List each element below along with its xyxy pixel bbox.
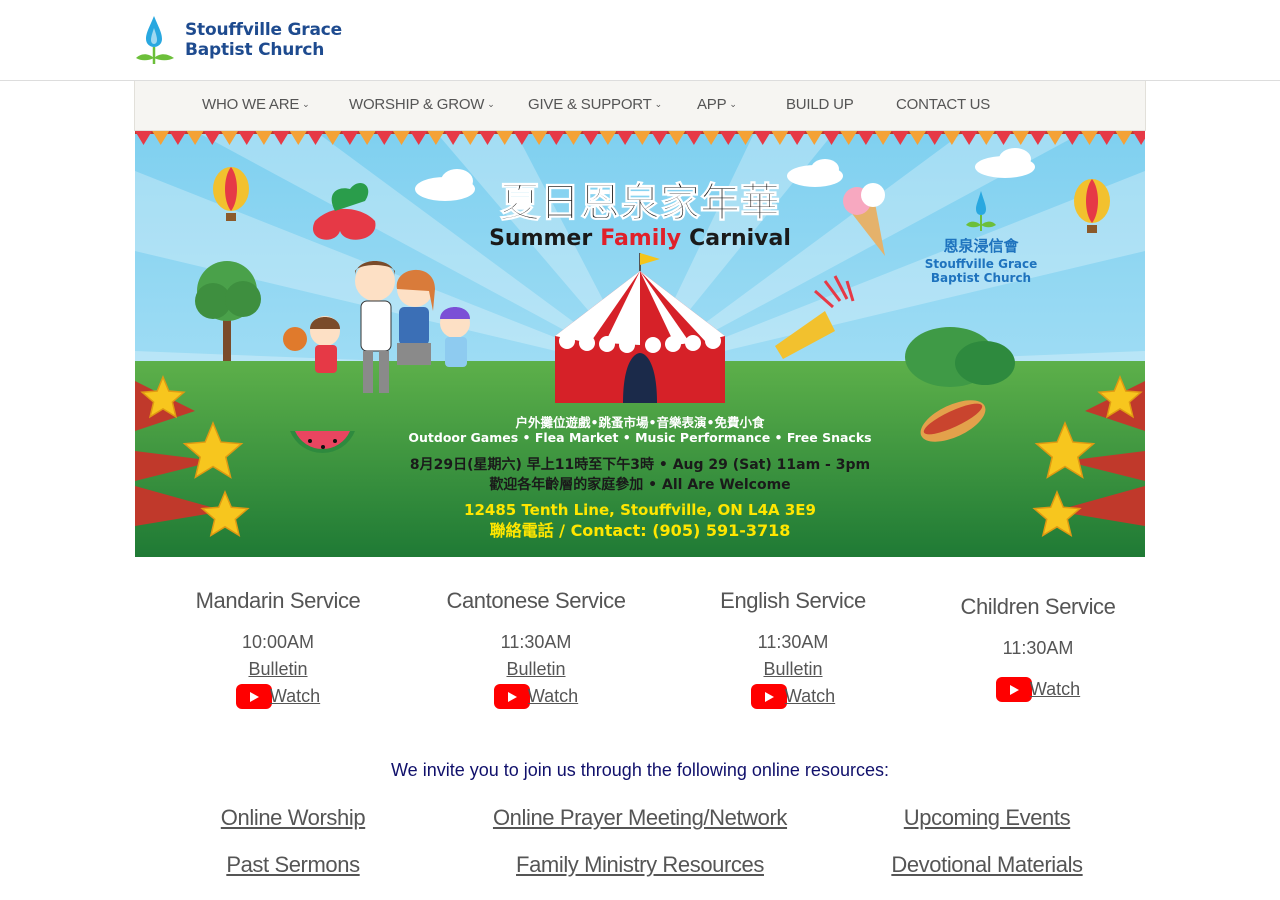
watch-label[interactable]: Watch bbox=[270, 686, 320, 707]
banner-illustration: 恩泉浸信會 Stouffville Grace Baptist Church 夏… bbox=[135, 131, 1145, 557]
banner-welcome: 歡迎各年齡層的家庭參加 • All Are Welcome bbox=[489, 476, 790, 493]
mandarin-service: Mandarin Service 10:00AM Bulletin Watch bbox=[158, 588, 398, 709]
carnival-banner[interactable]: 恩泉浸信會 Stouffville Grace Baptist Church 夏… bbox=[135, 131, 1145, 557]
watch-link[interactable]: Watch bbox=[416, 684, 656, 709]
english-service: English Service 11:30AM Bulletin Watch bbox=[673, 588, 913, 709]
site-logo[interactable]: Stouffville Grace Baptist Church bbox=[135, 14, 342, 66]
chevron-down-icon: ⌄ bbox=[654, 99, 663, 109]
watch-link[interactable]: Watch bbox=[158, 684, 398, 709]
nav-give-support[interactable]: GIVE & SUPPORT ⌄ bbox=[528, 96, 662, 113]
banner-church-cn: 恩泉浸信會 bbox=[943, 237, 1019, 255]
nav-contact-us[interactable]: CONTACT US bbox=[896, 96, 990, 113]
watch-label[interactable]: Watch bbox=[1030, 679, 1080, 700]
bulletin-link[interactable]: Bulletin bbox=[416, 659, 656, 680]
upcoming-events-link[interactable]: Upcoming Events bbox=[904, 805, 1071, 831]
nav-label: BUILD UP bbox=[786, 96, 854, 113]
watch-link[interactable]: Watch bbox=[918, 677, 1158, 702]
watch-label[interactable]: Watch bbox=[785, 686, 835, 707]
banner-address: 12485 Tenth Line, Stouffville, ON L4A 3E… bbox=[464, 501, 816, 519]
service-title: Mandarin Service bbox=[195, 588, 361, 613]
nav-label: GIVE & SUPPORT bbox=[528, 96, 652, 113]
banner-title-en-2: Family bbox=[600, 226, 681, 251]
children-service: Children Service 11:30AM Watch bbox=[918, 594, 1158, 702]
banner-title-en-3: Carnival bbox=[689, 226, 791, 251]
nav-label: WORSHIP & GROW bbox=[349, 96, 485, 113]
logo-text: Stouffville Grace Baptist Church bbox=[185, 20, 342, 60]
service-time: 11:30AM bbox=[500, 632, 572, 652]
family-ministry-link[interactable]: Family Ministry Resources bbox=[516, 852, 764, 878]
banner-activities-en: Outdoor Games • Flea Market • Music Perf… bbox=[408, 430, 871, 445]
devotional-materials-link[interactable]: Devotional Materials bbox=[891, 852, 1083, 878]
youtube-play-icon[interactable] bbox=[235, 684, 272, 709]
nav-who-we-are[interactable]: WHO WE ARE ⌄ bbox=[202, 96, 310, 113]
service-time: 11:30AM bbox=[757, 632, 829, 652]
youtube-play-icon[interactable] bbox=[493, 684, 530, 709]
watch-link[interactable]: Watch bbox=[673, 684, 913, 709]
service-title: English Service bbox=[720, 588, 866, 613]
banner-title-en: Summer Family Carnival bbox=[489, 226, 791, 251]
online-prayer-link[interactable]: Online Prayer Meeting/Network bbox=[493, 805, 787, 831]
bulletin-link[interactable]: Bulletin bbox=[673, 659, 913, 680]
main-nav: WHO WE ARE ⌄ WORSHIP & GROW ⌄ GIVE & SUPPO… bbox=[134, 81, 1146, 131]
nav-build-up[interactable]: BUILD UP bbox=[786, 96, 854, 113]
banner-church-en-2: Baptist Church bbox=[931, 271, 1031, 285]
logo-line-2: Baptist Church bbox=[185, 40, 325, 60]
chevron-down-icon: ⌄ bbox=[729, 99, 737, 109]
service-time: 11:30AM bbox=[1002, 638, 1074, 658]
banner-title-cn: 夏日恩泉家年華 bbox=[500, 180, 780, 226]
chevron-down-icon: ⌄ bbox=[302, 99, 310, 109]
chevron-down-icon: ⌄ bbox=[487, 99, 495, 109]
banner-date: 8月29日(星期六) 早上11時至下午3時 • Aug 29 (Sat) 11a… bbox=[410, 456, 870, 473]
nav-label: CONTACT US bbox=[896, 96, 991, 113]
watch-label[interactable]: Watch bbox=[528, 686, 578, 707]
bulletin-link[interactable]: Bulletin bbox=[158, 659, 398, 680]
site-header: Stouffville Grace Baptist Church bbox=[0, 0, 1280, 81]
invite-text: We invite you to join us through the fol… bbox=[391, 760, 889, 780]
water-drop-sprout-icon bbox=[136, 16, 174, 64]
nav-label: WHO WE ARE bbox=[202, 96, 300, 113]
banner-contact: 聯絡電話 / Contact: (905) 591-3718 bbox=[490, 521, 791, 540]
youtube-play-icon[interactable] bbox=[995, 677, 1032, 702]
nav-label: APP bbox=[697, 96, 727, 113]
nav-worship-grow[interactable]: WORSHIP & GROW ⌄ bbox=[349, 96, 495, 113]
banner-title-en-1: Summer bbox=[489, 226, 592, 251]
youtube-play-icon[interactable] bbox=[750, 684, 787, 709]
banner-activities-cn: 户外攤位遊戲•跳蚤市場•音樂表演•免費小食 bbox=[516, 415, 765, 430]
online-worship-link[interactable]: Online Worship bbox=[221, 805, 366, 831]
cantonese-service: Cantonese Service 11:30AM Bulletin Watch bbox=[416, 588, 656, 709]
service-time: 10:00AM bbox=[241, 632, 315, 652]
service-title: Cantonese Service bbox=[446, 588, 626, 613]
service-title: Children Service bbox=[960, 594, 1116, 619]
logo-line-1: Stouffville Grace bbox=[185, 20, 342, 40]
past-sermons-link[interactable]: Past Sermons bbox=[226, 852, 360, 878]
nav-app[interactable]: APP ⌄ bbox=[697, 96, 737, 113]
banner-church-en-1: Stouffville Grace bbox=[925, 257, 1037, 271]
